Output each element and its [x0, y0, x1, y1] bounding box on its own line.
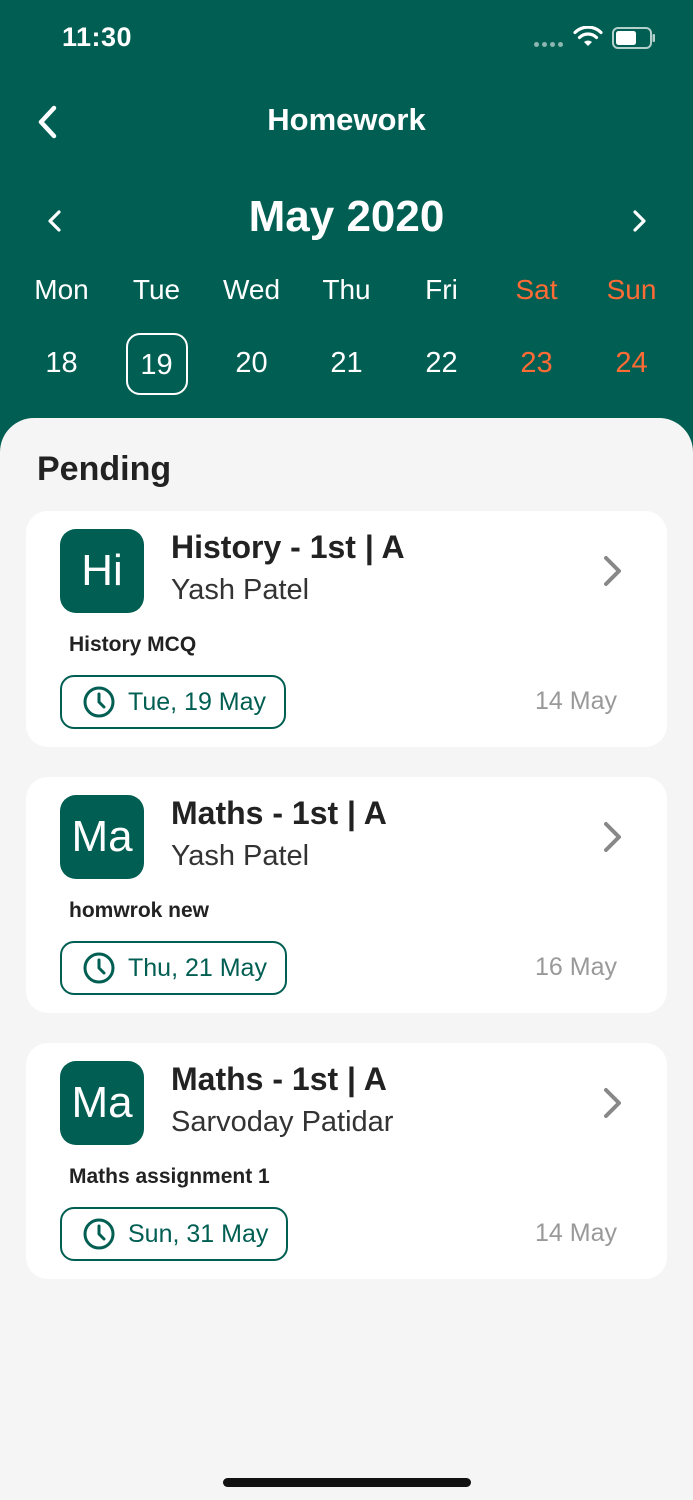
assigned-date: 16 May	[535, 953, 617, 981]
due-date: Thu, 21 May	[128, 953, 267, 982]
homework-card[interactable]: Ma Maths - 1st | A Sarvoday Patidar Math…	[26, 1043, 667, 1279]
weekday-label: Tue	[132, 274, 181, 305]
month-title: May 2020	[248, 192, 445, 241]
weekday-label: Sat	[515, 274, 558, 305]
date-number: 22	[425, 347, 458, 379]
weekday-label: Mon	[34, 274, 89, 305]
next-month-button[interactable]	[624, 206, 654, 236]
due-date: Sun, 31 May	[128, 1219, 269, 1248]
date-row: 18 19 20 21 22 23 24	[14, 333, 679, 395]
chevron-right-icon	[604, 822, 621, 852]
due-date-chip: Thu, 21 May	[60, 941, 287, 995]
weekday-label: Wed	[222, 274, 281, 305]
date-number: 24	[615, 347, 648, 379]
teacher-name: Yash Patel	[171, 574, 310, 606]
subject-avatar: Hi	[60, 529, 144, 613]
date-number: 18	[45, 347, 78, 379]
date-cell[interactable]: 22	[394, 333, 489, 395]
nav-bar: Homework	[0, 92, 693, 152]
chevron-right-icon	[604, 556, 621, 586]
date-number: 21	[330, 347, 363, 379]
weekday-label: Thu	[322, 274, 371, 305]
homework-description: History MCQ	[69, 633, 197, 656]
date-cell-selected[interactable]: 19	[109, 333, 204, 395]
due-date-chip: Tue, 19 May	[60, 675, 287, 729]
assigned-date: 14 May	[535, 1219, 617, 1247]
home-indicator[interactable]	[223, 1478, 471, 1487]
date-cell[interactable]: 24	[584, 333, 679, 395]
clock-icon	[83, 1218, 115, 1250]
due-date: Tue, 19 May	[128, 687, 267, 716]
homework-title: Maths - 1st | A	[171, 1061, 387, 1097]
battery-icon	[612, 27, 655, 49]
date-cell[interactable]: 20	[204, 333, 299, 395]
signal-icon	[534, 42, 563, 47]
weekday-label: Fri	[425, 274, 458, 305]
header: 11:30 Homework May 2020 Mon Tue Wed Thu …	[0, 0, 693, 460]
weekday-label: Sun	[606, 274, 657, 305]
subject-avatar: Ma	[60, 1061, 144, 1145]
content-panel: Pending Hi History - 1st | A Yash Patel …	[0, 418, 693, 1500]
month-selector: May 2020	[0, 188, 693, 252]
date-number: 20	[235, 347, 268, 379]
assigned-date: 14 May	[535, 687, 617, 715]
homework-card[interactable]: Hi History - 1st | A Yash Patel History …	[26, 511, 667, 747]
status-time: 11:30	[62, 22, 133, 52]
clock-icon	[83, 952, 115, 984]
due-date-chip: Sun, 31 May	[60, 1207, 289, 1261]
chevron-right-icon	[604, 1088, 621, 1118]
date-number: 19	[125, 333, 188, 395]
homework-title: History - 1st | A	[171, 529, 405, 565]
teacher-name: Sarvoday Patidar	[171, 1106, 394, 1138]
date-cell[interactable]: 23	[489, 333, 584, 395]
homework-title: Maths - 1st | A	[171, 795, 387, 831]
wifi-icon	[573, 26, 603, 46]
homework-card[interactable]: Ma Maths - 1st | A Yash Patel homwrok ne…	[26, 777, 667, 1013]
subject-avatar: Ma	[60, 795, 144, 879]
status-bar: 11:30	[0, 0, 693, 80]
page-title: Homework	[267, 102, 426, 137]
weekday-row: Mon Tue Wed Thu Fri Sat Sun	[14, 274, 679, 318]
section-title: Pending	[37, 450, 172, 488]
homework-description: homwrok new	[69, 899, 210, 922]
date-cell[interactable]: 18	[14, 333, 109, 395]
date-number: 23	[520, 347, 553, 379]
clock-icon	[83, 686, 115, 718]
teacher-name: Yash Patel	[171, 840, 310, 872]
date-cell[interactable]: 21	[299, 333, 394, 395]
homework-description: Maths assignment 1	[69, 1165, 270, 1188]
